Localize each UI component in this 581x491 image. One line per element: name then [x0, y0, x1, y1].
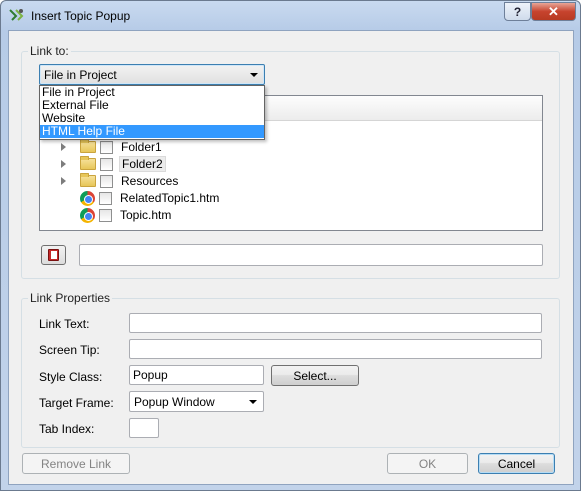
tree-item-label: Topic.htm [120, 208, 172, 222]
target-frame-label: Target Frame: [39, 396, 114, 410]
close-button[interactable]: ✕ [531, 2, 576, 21]
expand-arrow-icon[interactable] [61, 160, 66, 168]
title-bar[interactable]: Insert Topic Popup ? ✕ [1, 1, 580, 30]
link-path-field[interactable] [79, 244, 543, 266]
chrome-icon [80, 190, 95, 206]
folder-icon [80, 139, 96, 153]
tree-item-label: RelatedTopic1.htm [120, 191, 220, 205]
tree-item-resources[interactable]: Resources [61, 173, 180, 189]
tree-checkbox[interactable] [99, 208, 112, 222]
close-icon: ✕ [548, 3, 559, 19]
app-icon [9, 9, 24, 21]
tree-item-label: Folder2 [119, 156, 166, 172]
link-to-selected: File in Project [44, 68, 117, 82]
tree-item-relatedtopic1[interactable]: RelatedTopic1.htm [61, 190, 221, 206]
chevron-down-icon [249, 400, 257, 404]
link-to-options-list[interactable]: File in Project External File Website HT… [39, 85, 265, 140]
link-properties-label: Link Properties [28, 291, 113, 305]
tree-item-folder1[interactable]: Folder1 [61, 139, 164, 155]
style-class-label: Style Class: [39, 370, 103, 384]
screen-tip-input[interactable] [129, 339, 542, 359]
tab-index-input[interactable] [129, 418, 159, 438]
tab-index-label: Tab Index: [39, 422, 95, 436]
tree-item-folder2[interactable]: Folder2 [61, 156, 166, 172]
browse-book-button[interactable] [41, 245, 66, 265]
window-title: Insert Topic Popup [31, 9, 131, 23]
cancel-button[interactable]: Cancel [478, 453, 555, 474]
book-icon [48, 249, 59, 261]
link-to-dropdown[interactable]: File in Project [39, 64, 265, 85]
link-text-input[interactable] [129, 313, 542, 333]
ok-button[interactable]: OK [387, 453, 468, 474]
select-button[interactable]: Select... [271, 365, 359, 386]
help-button[interactable]: ? [504, 2, 531, 21]
tree-item-label: Folder1 [121, 140, 162, 154]
dialog-window: Insert Topic Popup ? ✕ Link to: Folder1 … [0, 0, 581, 491]
tree-checkbox[interactable] [100, 140, 113, 154]
link-text-label: Link Text: [39, 317, 90, 331]
style-class-input[interactable]: Popup [129, 365, 264, 385]
tree-checkbox[interactable] [100, 174, 113, 188]
link-to-label: Link to: [28, 44, 71, 58]
target-frame-dropdown[interactable]: Popup Window [129, 391, 264, 412]
help-icon: ? [513, 4, 522, 19]
remove-link-button[interactable]: Remove Link [22, 453, 130, 474]
chrome-icon [80, 207, 95, 223]
folder-icon [80, 173, 96, 187]
folder-icon [80, 156, 96, 170]
screen-tip-label: Screen Tip: [39, 343, 100, 357]
tree-item-topic[interactable]: Topic.htm [61, 207, 173, 223]
tree-checkbox[interactable] [99, 191, 112, 205]
dialog-client: Link to: Folder1 Folder2 Resources Relat… [8, 30, 574, 485]
expand-arrow-icon[interactable] [61, 177, 66, 185]
target-frame-selected: Popup Window [134, 395, 215, 409]
option-html-help-file[interactable]: HTML Help File [40, 125, 264, 138]
tree-checkbox[interactable] [100, 157, 113, 171]
chevron-down-icon [250, 73, 258, 77]
expand-arrow-icon[interactable] [61, 143, 66, 151]
tree-item-label: Resources [121, 174, 179, 188]
